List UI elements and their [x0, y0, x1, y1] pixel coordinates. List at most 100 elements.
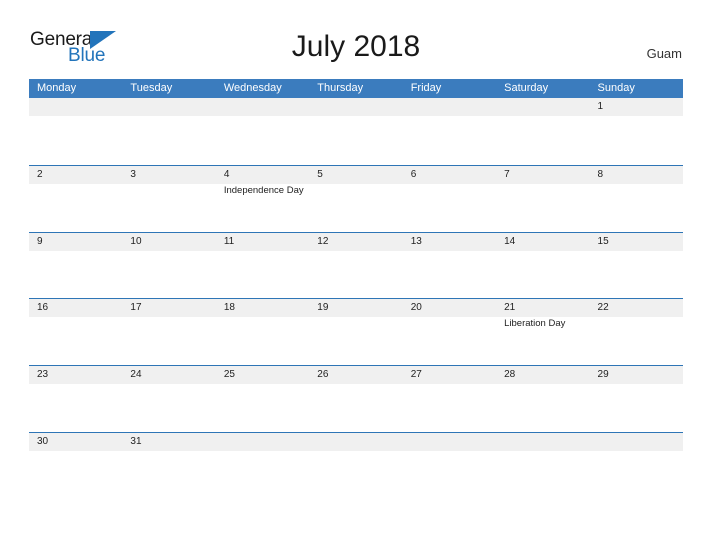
calendar-day-cell[interactable]: 20	[403, 299, 496, 365]
weekday-header-tuesday: Tuesday	[130, 82, 173, 94]
day-number: 31	[130, 435, 142, 447]
calendar-day-cell-empty	[29, 98, 122, 164]
calendar-day-cell-empty	[122, 98, 215, 164]
weekday-header-thursday: Thursday	[317, 82, 364, 94]
day-number: 6	[410, 168, 417, 180]
calendar-week-row: 2 3 4 Independence Day 5 6 7 8	[29, 164, 683, 232]
calendar-day-cell[interactable]: 1	[590, 98, 683, 164]
calendar-day-cell-empty	[216, 98, 309, 164]
day-number: 28	[504, 369, 516, 381]
day-number: 18	[223, 302, 235, 314]
calendar-day-cell[interactable]: 2	[29, 166, 122, 232]
calendar-week-row: 23 24 25 26 27 28 29	[29, 365, 683, 432]
calendar-day-cell[interactable]: 4 Independence Day	[216, 166, 309, 232]
day-number: 27	[410, 369, 422, 381]
calendar-page: General Blue July 2018 Guam Monday Tuesda…	[0, 0, 712, 550]
day-number: 23	[37, 369, 49, 381]
calendar-day-cell[interactable]: 30	[29, 433, 122, 499]
weekday-header-saturday: Saturday	[504, 82, 549, 94]
calendar-weeks: 1 2 3 4 Independence Day 5 6 7 8 9 10 11 12 13 14 15 16 1…	[29, 98, 683, 499]
calendar-week-cells: 2 3 4 Independence Day 5 6 7 8	[29, 166, 683, 232]
day-number: 3	[130, 168, 136, 180]
day-number: 29	[597, 369, 609, 381]
calendar-day-cell[interactable]: 22	[590, 299, 683, 365]
calendar-day-cell-empty	[403, 98, 496, 164]
day-number: 17	[130, 302, 142, 314]
calendar-day-cell[interactable]: 5	[309, 166, 402, 232]
calendar-day-cell[interactable]: 18	[216, 299, 309, 365]
calendar-week-cells: 23 24 25 26 27 28 29	[29, 366, 683, 432]
calendar-day-cell-empty	[309, 433, 402, 499]
holiday-label: Independence Day	[223, 184, 304, 196]
calendar-day-cell[interactable]: 7	[496, 166, 589, 232]
calendar-day-cell[interactable]: 31	[122, 433, 215, 499]
calendar-day-cell[interactable]: 25	[216, 366, 309, 432]
day-number: 2	[37, 168, 43, 180]
calendar-day-cell[interactable]: 26	[309, 366, 402, 432]
weekday-header-friday: Friday	[410, 82, 442, 94]
calendar-week-cells: 9 10 11 12 13 14 15	[29, 233, 683, 299]
calendar-day-cell[interactable]: 10	[122, 233, 215, 299]
calendar-day-cell-empty	[590, 433, 683, 499]
calendar-day-cell[interactable]: 23	[29, 366, 122, 432]
calendar-day-cell[interactable]: 17	[122, 299, 215, 365]
day-number: 19	[317, 302, 329, 314]
day-number: 26	[317, 369, 329, 381]
calendar-day-cell[interactable]: 16	[29, 299, 122, 365]
day-number: 4	[223, 168, 230, 180]
calendar-day-cell[interactable]: 8	[590, 166, 683, 232]
weekday-header-wednesday: Wednesday	[223, 82, 282, 94]
calendar-day-cell[interactable]: 14	[496, 233, 589, 299]
day-number: 9	[37, 235, 43, 247]
day-number: 1	[597, 101, 604, 112]
region-label: Guam	[646, 46, 682, 61]
holiday-label: Liberation Day	[504, 318, 566, 330]
calendar-day-cell[interactable]: 12	[309, 233, 402, 299]
day-number: 14	[504, 235, 516, 247]
page-title: July 2018	[291, 30, 421, 63]
day-number: 10	[130, 235, 142, 247]
day-number: 16	[37, 302, 49, 314]
calendar-grid: Monday Tuesday Wednesday Thursday Friday Satu…	[29, 79, 683, 499]
calendar-week-row: 9 10 11 12 13 14 15	[29, 231, 683, 299]
calendar-day-cell-empty	[216, 433, 309, 499]
calendar-day-cell[interactable]: 27	[403, 366, 496, 432]
calendar-week-row: 30 31	[29, 431, 683, 499]
day-number: 11	[223, 235, 235, 247]
calendar-day-cell-empty	[309, 98, 402, 164]
calendar-week-cells: 16 17 18 19 20 21 Liberation Day 22	[29, 299, 683, 365]
page-header: General Blue July 2018 Guam	[0, 0, 712, 76]
calendar-week-row: 16 17 18 19 20 21 Liberation Day 22	[29, 298, 683, 366]
calendar-day-cell[interactable]: 24	[122, 366, 215, 432]
day-number: 15	[597, 235, 609, 247]
weekday-header-sunday: Sunday	[597, 82, 635, 94]
day-number: 7	[504, 168, 510, 180]
day-number: 8	[597, 168, 604, 180]
day-number: 24	[130, 369, 142, 381]
calendar-week-row: 1	[29, 98, 683, 165]
day-number: 21	[504, 302, 516, 314]
calendar-day-cell[interactable]: 6	[403, 166, 496, 232]
calendar-day-cell-empty	[496, 98, 589, 164]
day-number: 30	[37, 435, 49, 447]
calendar-day-cell[interactable]: 3	[122, 166, 215, 232]
calendar-day-cell-empty	[496, 433, 589, 499]
day-number: 20	[410, 302, 422, 314]
weekday-header-row: Monday Tuesday Wednesday Thursday Friday Satu…	[29, 79, 683, 98]
calendar-day-cell[interactable]: 19	[309, 299, 402, 365]
weekday-header-monday: Monday	[37, 82, 77, 94]
calendar-day-cell[interactable]: 13	[403, 233, 496, 299]
day-number: 13	[410, 235, 422, 247]
calendar-day-cell[interactable]: 11	[216, 233, 309, 299]
calendar-day-cell[interactable]: 29	[590, 366, 683, 432]
calendar-day-cell[interactable]: 9	[29, 233, 122, 299]
day-number: 25	[223, 369, 235, 381]
calendar-day-cell[interactable]: 21 Liberation Day	[496, 299, 589, 365]
calendar-day-cell[interactable]: 28	[496, 366, 589, 432]
day-number: 22	[597, 302, 609, 314]
calendar-day-cell-empty	[403, 433, 496, 499]
day-number: 5	[317, 168, 323, 180]
calendar-week-cells: 1	[29, 98, 683, 164]
calendar-day-cell[interactable]: 15	[590, 233, 683, 299]
calendar-week-cells: 30 31	[29, 433, 683, 499]
